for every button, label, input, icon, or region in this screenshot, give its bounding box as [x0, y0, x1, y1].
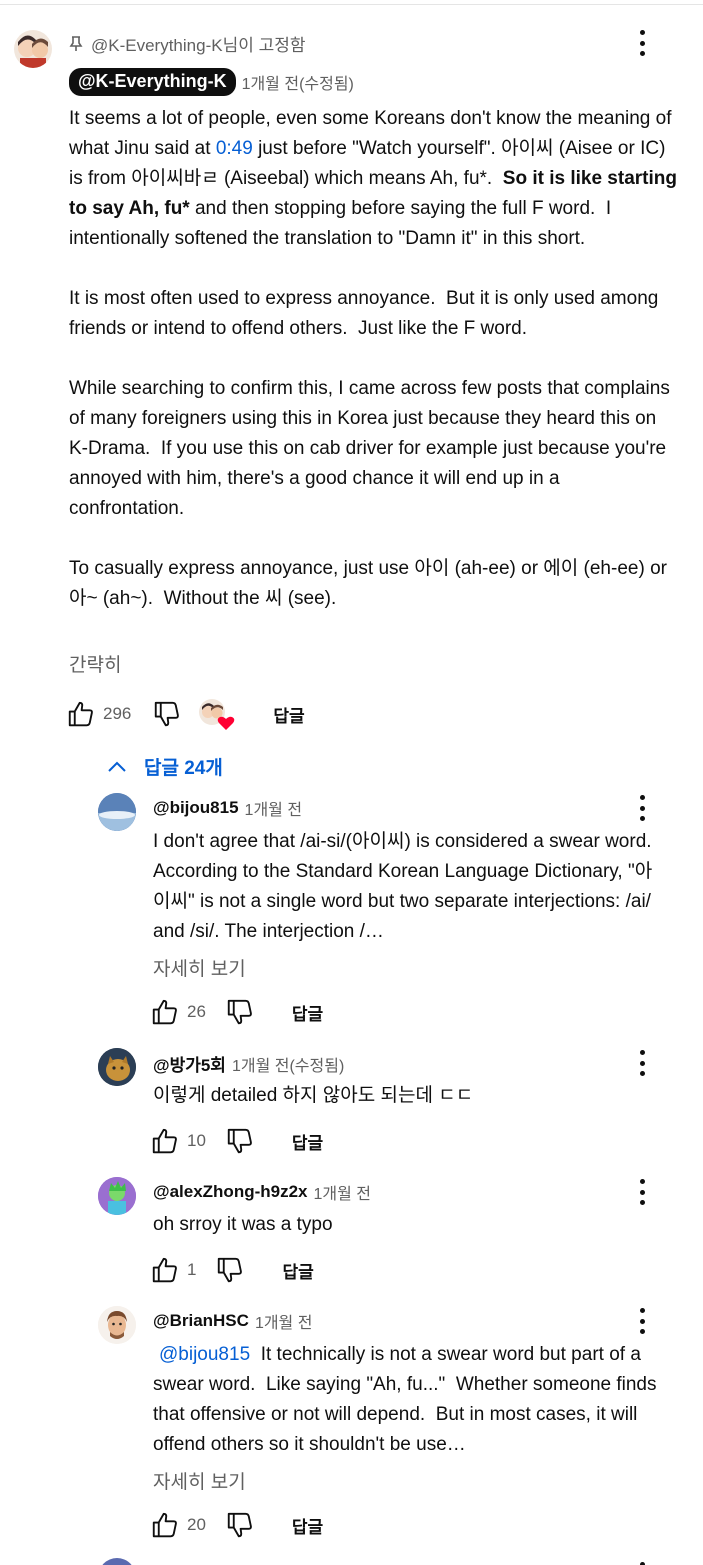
comment-actions: 1 답글 [149, 1254, 314, 1286]
author-avatar[interactable] [98, 1306, 136, 1344]
thumb-down-icon[interactable] [151, 698, 183, 730]
comment-text: 이렇게 detailed 하지 않아도 되는데 ㄷㄷ [153, 1085, 474, 1106]
reply-button[interactable]: 답글 [292, 1000, 323, 1025]
like-count: 10 [187, 1131, 206, 1150]
pin-icon [69, 35, 83, 51]
thumb-up-icon[interactable] [65, 698, 97, 730]
author-name[interactable]: @방가5회 [153, 1051, 226, 1076]
thumb-up-icon[interactable] [149, 996, 181, 1028]
author-name[interactable]: @bijou815 [153, 798, 239, 818]
author-avatar[interactable] [98, 1048, 136, 1086]
top-divider [0, 4, 703, 5]
chevron-up-icon [108, 761, 126, 772]
reply-button[interactable]: 답글 [292, 1513, 323, 1538]
pinned-label-row: @K-Everything-K님이 고정함 [69, 31, 306, 56]
next-author-avatar[interactable] [98, 1558, 136, 1565]
more-vertical-icon[interactable] [630, 1306, 654, 1336]
comment-actions: 26 답글 [149, 996, 323, 1028]
reply-button[interactable]: 답글 [292, 1129, 323, 1154]
thumb-down-icon[interactable] [224, 996, 256, 1028]
more-vertical-icon[interactable] [630, 28, 654, 58]
comment-text: I don't agree that /ai-si/(아이씨) is consi… [153, 831, 657, 942]
read-more-link[interactable]: 자세히 보기 [153, 954, 246, 981]
thumb-down-icon[interactable] [224, 1509, 256, 1541]
thumb-up-icon[interactable] [149, 1254, 181, 1286]
timestamp-link[interactable]: 0:49 [216, 138, 253, 159]
comment-actions: 20 답글 [149, 1509, 323, 1541]
text-segment: and then stopping before saying the full… [69, 198, 670, 609]
timestamp[interactable]: 1개월 전 [314, 1180, 372, 1204]
comment-actions: 10 답글 [149, 1125, 323, 1157]
pinned-label: @K-Everything-K님이 고정함 [91, 36, 306, 55]
author-row: @BrianHSC 1개월 전 [153, 1309, 312, 1333]
creator-heart-avatar [197, 697, 235, 731]
author-name-chip[interactable]: @K-Everything-K [69, 68, 236, 96]
reply-button[interactable]: 답글 [273, 702, 304, 727]
read-more-link[interactable]: 자세히 보기 [153, 1467, 246, 1494]
timestamp[interactable]: 1개월 전 [245, 796, 303, 820]
more-vertical-icon[interactable] [630, 793, 654, 823]
author-name[interactable]: @alexZhong-h9z2x [153, 1182, 308, 1202]
author-row: @K-Everything-K 1개월 전(수정됨) [69, 68, 354, 96]
author-avatar[interactable] [98, 793, 136, 831]
like-count: 296 [103, 704, 132, 723]
comment-actions: 296 답글 [65, 697, 305, 731]
more-vertical-icon[interactable] [630, 1048, 654, 1078]
comment-text: @bijou815 It technically is not a swear … [153, 1340, 668, 1460]
like-count: 20 [187, 1515, 206, 1534]
author-avatar[interactable] [98, 1177, 136, 1215]
thumb-down-icon[interactable] [224, 1125, 256, 1157]
thumb-up-icon[interactable] [149, 1509, 181, 1541]
thumb-up-icon[interactable] [149, 1125, 181, 1157]
thumb-down-icon[interactable] [214, 1254, 246, 1286]
author-avatar[interactable] [14, 30, 52, 68]
author-name[interactable]: @BrianHSC [153, 1311, 249, 1331]
mention-link[interactable]: @bijou815 [159, 1344, 250, 1365]
comment-text: It seems a lot of people, even some Kore… [69, 104, 679, 614]
author-row: @bijou815 1개월 전 [153, 796, 302, 820]
replies-count-label: 답글 24개 [144, 758, 223, 779]
timestamp[interactable]: 1개월 전(수정됨) [242, 70, 354, 94]
like-count: 26 [187, 1002, 206, 1021]
timestamp[interactable]: 1개월 전(수정됨) [232, 1052, 344, 1076]
collapse-link[interactable]: 간략히 [69, 650, 121, 677]
more-vertical-icon[interactable] [630, 1177, 654, 1207]
replies-toggle-button[interactable]: 답글 24개 [106, 753, 223, 780]
like-count: 1 [187, 1260, 197, 1279]
reply-button[interactable]: 답글 [282, 1258, 313, 1283]
more-vertical-icon[interactable] [630, 1560, 654, 1565]
timestamp[interactable]: 1개월 전 [255, 1309, 313, 1333]
comment-text: oh srroy it was a typo [153, 1214, 333, 1235]
author-row: @alexZhong-h9z2x 1개월 전 [153, 1180, 371, 1204]
author-row: @방가5회 1개월 전(수정됨) [153, 1051, 344, 1076]
